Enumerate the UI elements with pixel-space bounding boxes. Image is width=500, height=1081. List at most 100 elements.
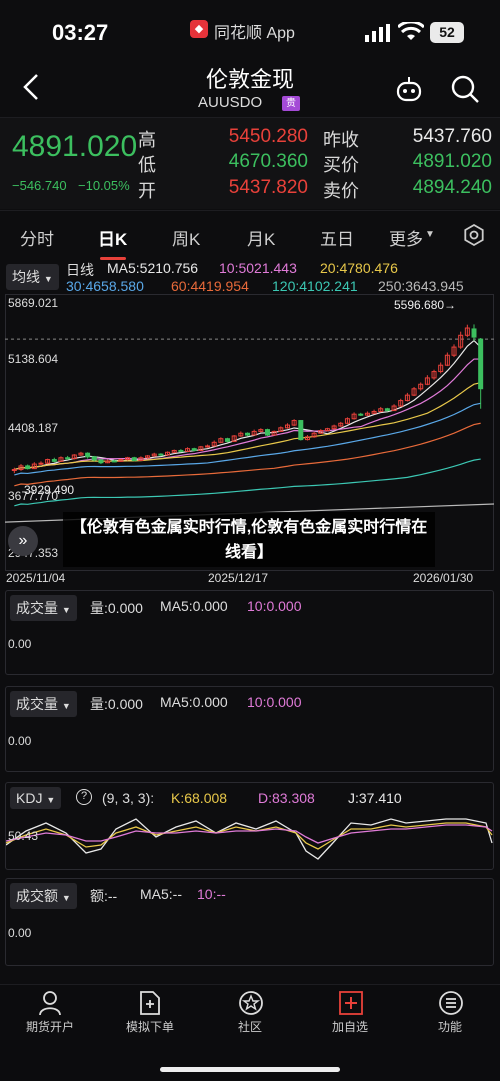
tab-daily-k[interactable]: 日K xyxy=(98,225,127,250)
battery-icon: 52 xyxy=(430,22,464,43)
price-change: −546.740 xyxy=(12,178,67,193)
ma5-value: MA5:5210.756 xyxy=(107,260,199,276)
ma-line xyxy=(14,402,481,476)
nav-functions[interactable]: 功能 xyxy=(400,985,500,1045)
nav-add-watchlist[interactable]: 加自选 xyxy=(300,985,400,1045)
open-value: 5437.820 xyxy=(228,177,308,198)
kdj-dropdown[interactable]: KDJ ▼ xyxy=(10,787,62,809)
nav-simulated-order[interactable]: 模拟下单 xyxy=(100,985,200,1045)
tab-weekly-k[interactable]: 周K xyxy=(172,225,200,250)
ask-value: 4894.240 xyxy=(412,177,492,198)
candle-body xyxy=(191,448,197,451)
last-price: 4891.020 xyxy=(12,130,138,163)
amount-value: 额:-- xyxy=(90,888,118,904)
app-logo-icon: ◆ xyxy=(190,20,208,38)
amount-ma5: MA5:-- xyxy=(140,886,182,902)
tab-more[interactable]: 更多 xyxy=(389,225,423,250)
high-value: 5450.280 xyxy=(228,126,308,147)
candle-body xyxy=(38,462,44,465)
y-tick-label: 4408.187 xyxy=(8,421,59,435)
kdj-params: (9, 3, 3): xyxy=(102,790,155,806)
volume-ma5: MA5:0.000 xyxy=(160,598,228,614)
wifi-icon xyxy=(398,22,424,40)
period-tabs: 分时 日K 周K 月K 五日 更多 ▼ xyxy=(0,210,500,260)
y-tick-label: 5869.021 xyxy=(8,296,59,310)
x-tick-label: 2026/01/30 xyxy=(413,571,474,585)
candle-body xyxy=(178,449,184,452)
amount-dropdown-label: 成交额 xyxy=(16,888,58,904)
volume-dropdown[interactable]: 成交量 ▼ xyxy=(10,691,77,717)
candle-body xyxy=(111,460,117,463)
kdj-panel: KDJ ▼ ? (9, 3, 3): K:68.008 D:83.308 J:3… xyxy=(5,782,494,870)
promo-banner[interactable]: 【伦敦有色金属实时行情,伦敦有色金属实时行情在线看】 xyxy=(63,512,435,567)
amount-dropdown[interactable]: 成交额 ▼ xyxy=(10,883,77,909)
kdj-d-value: D:83.308 xyxy=(258,790,315,806)
candle-body xyxy=(264,429,270,436)
candle-body xyxy=(358,413,364,416)
home-indicator xyxy=(160,1067,340,1072)
precious-metal-badge: 贵 xyxy=(282,96,300,111)
candle-body xyxy=(25,465,31,470)
symbol-code: AUUSDO xyxy=(198,94,263,111)
person-icon xyxy=(39,991,61,1016)
nav-label: 加自选 xyxy=(331,1020,368,1034)
tab-five-day[interactable]: 五日 xyxy=(320,225,354,250)
volume-ma5: MA5:0.000 xyxy=(160,694,228,710)
prev-close-label: 昨收 xyxy=(323,130,359,150)
page-title: 伦敦金现 xyxy=(205,67,294,92)
search-icon[interactable] xyxy=(450,74,480,104)
star-icon xyxy=(239,991,263,1015)
y-tick-label: 5138.604 xyxy=(8,352,59,366)
nav-label: 社区 xyxy=(237,1020,262,1034)
kdj-dropdown-label: KDJ xyxy=(16,790,43,806)
help-icon[interactable]: ? xyxy=(76,789,92,805)
x-tick-label: 2025/11/04 xyxy=(6,571,66,585)
bottom-nav: 期货开户 模拟下单 社区 加自选 功能 xyxy=(0,984,500,1081)
candle-body xyxy=(158,453,164,456)
signal-icon xyxy=(365,24,390,42)
robot-assistant-icon[interactable] xyxy=(394,74,424,104)
ma-line xyxy=(14,458,481,507)
price-change-pct: −10.05% xyxy=(78,178,130,193)
document-icon xyxy=(140,991,160,1015)
prev-close-value: 5437.760 xyxy=(412,126,492,147)
header: 伦敦金现 AUUSDO 贵 xyxy=(0,60,500,116)
settings-icon[interactable] xyxy=(462,223,486,247)
volume-panel: 成交量 ▼ 量:0.000 MA5:0.000 10:0.000 0.00 xyxy=(5,590,494,675)
quote-panel: 4891.020 −546.740 −10.05% 高 低 开 5450.280… xyxy=(0,117,500,209)
tab-timeshare[interactable]: 分时 xyxy=(20,225,54,250)
candle-body xyxy=(85,452,91,458)
volume-ma10: 10:0.000 xyxy=(247,598,302,614)
menu-icon xyxy=(439,991,463,1015)
ma30-value: 30:4658.580 xyxy=(66,278,144,294)
candle-body xyxy=(91,456,97,461)
nav-community[interactable]: 社区 xyxy=(200,985,300,1045)
volume-dropdown[interactable]: 成交量 ▼ xyxy=(10,595,77,621)
volume-value: 量:0.000 xyxy=(90,696,143,712)
bid-value: 4891.020 xyxy=(412,151,492,172)
candle-body xyxy=(478,338,484,390)
tab-monthly-k[interactable]: 月K xyxy=(247,225,275,250)
candle-body xyxy=(471,328,477,338)
volume-dropdown-label: 成交量 xyxy=(16,600,58,616)
volume-panel-2: 成交量 ▼ 量:0.000 MA5:0.000 10:0.000 0.00 xyxy=(5,686,494,772)
kdj-d-line xyxy=(6,824,493,844)
chevron-down-icon: ▼ xyxy=(61,605,71,615)
indicator-dropdown[interactable]: 均线 ▼ xyxy=(6,264,59,290)
chevron-down-icon: ▼ xyxy=(61,701,71,711)
ma10-value: 10:5021.443 xyxy=(219,260,297,276)
status-bar: 03:27 ◆ 同花顺 App 52 xyxy=(0,0,500,62)
app-name: 同花顺 App xyxy=(214,25,295,42)
low-label: 低 xyxy=(138,155,156,175)
volume-dropdown-label: 成交量 xyxy=(16,696,58,712)
amount-panel: 成交额 ▼ 额:-- MA5:-- 10:-- 0.00 xyxy=(5,878,494,966)
volume-y-label: 0.00 xyxy=(8,637,32,651)
status-time: 03:27 xyxy=(52,20,109,45)
more-caret-icon: ▼ xyxy=(425,229,435,240)
indicator-dropdown-label: 均线 xyxy=(12,269,40,285)
ma120-value: 120:4102.241 xyxy=(272,278,358,294)
nav-open-account[interactable]: 期货开户 xyxy=(0,985,100,1045)
expand-arrows-icon[interactable]: » xyxy=(8,526,38,556)
amount-y-label: 0.00 xyxy=(8,926,32,940)
open-label: 开 xyxy=(138,181,156,201)
